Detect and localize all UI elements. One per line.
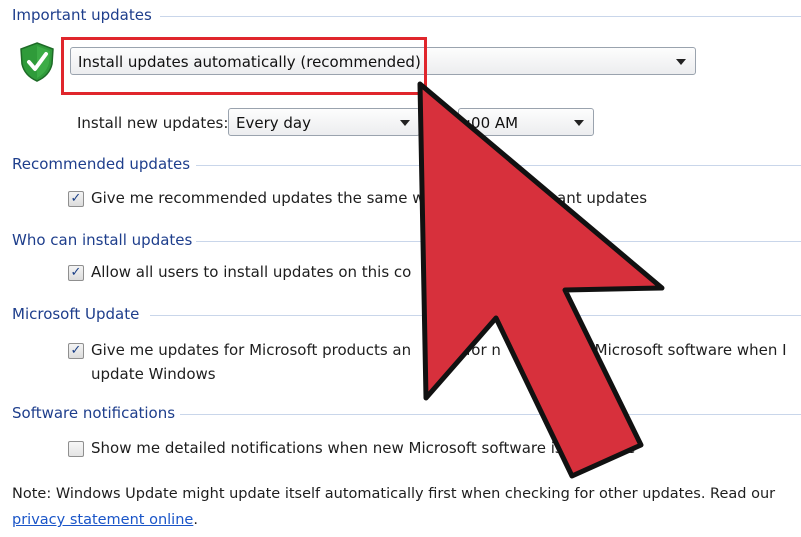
section-divider (150, 315, 801, 316)
section-divider (180, 414, 801, 415)
microsoft-update-label-c: nal Microsoft software when I (567, 341, 787, 359)
chevron-down-icon (574, 120, 584, 126)
software-notifications-label: Show me detailed notifications when new … (91, 439, 636, 457)
section-title-who-can-install: Who can install updates (12, 231, 197, 249)
note-line2: privacy statement online. (12, 512, 198, 528)
microsoft-update-checkbox[interactable]: ✓ (68, 343, 84, 359)
software-notifications-checkbox[interactable] (68, 441, 84, 457)
section-divider (160, 16, 801, 17)
section-title-important-updates: Important updates (12, 6, 156, 24)
frequency-dropdown[interactable]: Every day (228, 108, 420, 136)
time-dropdown[interactable]: :00 AM (458, 108, 594, 136)
section-divider (196, 165, 801, 166)
privacy-statement-link[interactable]: privacy statement online (12, 512, 193, 528)
shield-check-icon (19, 42, 55, 82)
microsoft-update-label-line2: update Windows (91, 365, 216, 383)
microsoft-update-label-a: Give me updates for Microsoft products a… (91, 341, 412, 359)
microsoft-update-label-b: for n (466, 341, 501, 359)
allow-all-users-checkbox[interactable]: ✓ (68, 265, 84, 281)
recommended-updates-label: Give me recommended updates the same w (91, 189, 425, 207)
install-new-updates-label: Install new updates: (77, 114, 229, 132)
recommended-updates-checkbox[interactable]: ✓ (68, 191, 84, 207)
time-value: :00 AM (466, 114, 519, 132)
section-title-recommended-updates: Recommended updates (12, 155, 195, 173)
chevron-down-icon (676, 59, 686, 65)
frequency-value: Every day (236, 114, 311, 132)
chevron-down-icon (400, 120, 410, 126)
allow-all-users-label: Allow all users to install updates on th… (91, 263, 412, 281)
section-title-software-notifications: Software notifications (12, 404, 180, 422)
note-link-suffix: . (193, 512, 198, 528)
recommended-updates-label-tail: ant updates (557, 189, 648, 207)
highlight-box (61, 37, 427, 95)
note-text: Note: Windows Update might update itself… (12, 486, 776, 502)
section-title-microsoft-update: Microsoft Update (12, 305, 144, 323)
section-divider (196, 241, 801, 242)
